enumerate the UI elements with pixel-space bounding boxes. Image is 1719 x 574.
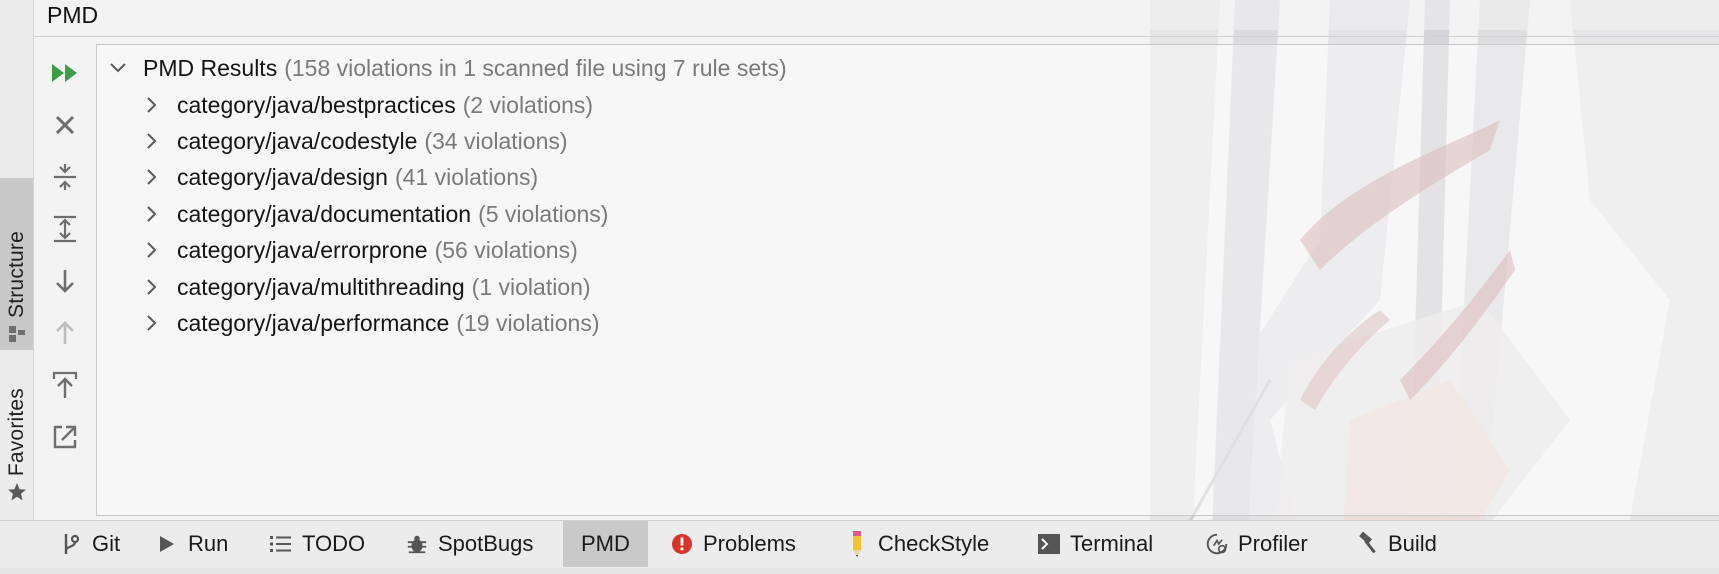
play-icon (156, 533, 178, 555)
tree-item-count: (5 violations) (478, 200, 609, 227)
tab-spotbugs[interactable]: SpotBugs (398, 521, 541, 567)
tab-problems[interactable]: Problems (663, 521, 804, 567)
tree-item-label: category/java/documentation (177, 200, 472, 227)
double-play-icon (52, 64, 77, 82)
tree-item-count: (56 violations) (434, 236, 578, 263)
tab-build[interactable]: Build (1348, 521, 1445, 567)
tab-pmd[interactable]: PMD (563, 521, 648, 567)
tree-item-codestyle[interactable]: category/java/codestyle (34 violations) (141, 123, 568, 159)
error-icon (671, 533, 693, 555)
tree-root-summary: (158 violations in 1 scanned file using … (284, 54, 787, 81)
tree-item-count: (34 violations) (424, 127, 568, 154)
bug-icon (406, 533, 428, 555)
tree-item-design[interactable]: category/java/design (41 violations) (141, 159, 538, 195)
tab-git[interactable]: Git (52, 521, 128, 567)
close-icon (55, 115, 75, 135)
structure-icon (7, 324, 27, 344)
chevron-right-icon[interactable] (141, 94, 163, 116)
tree-item-label: category/java/codestyle (177, 127, 418, 154)
tab-label: Profiler (1238, 531, 1308, 556)
sidebar-item-label: Structure (4, 231, 28, 318)
export-button[interactable] (45, 365, 85, 405)
chevron-right-icon[interactable] (141, 203, 163, 225)
tree-item-count: (19 violations) (456, 309, 600, 336)
tab-label: SpotBugs (438, 531, 534, 556)
close-button[interactable] (45, 105, 85, 145)
header-divider (34, 36, 1719, 37)
run-all-button[interactable] (45, 53, 85, 93)
tab-label: CheckStyle (878, 531, 990, 556)
tree-item-count: (41 violations) (394, 163, 539, 190)
tree-item-documentation[interactable]: category/java/documentation (5 violation… (141, 196, 608, 232)
collapse-all-icon (54, 164, 76, 190)
tab-label: Build (1388, 531, 1437, 556)
tree-item-count: (1 violation) (471, 273, 591, 300)
tree-root-label: PMD Results (143, 54, 278, 81)
tree-item-label: category/java/bestpractices (177, 91, 456, 118)
tab-label: TODO (302, 531, 366, 556)
tab-checkstyle[interactable]: CheckStyle (838, 521, 997, 567)
bottom-edge (0, 568, 1719, 574)
tree-root-pmd-results[interactable]: PMD Results (158 violations in 1 scanned… (107, 50, 787, 86)
tool-window-title: PMD (47, 1, 99, 28)
tree-item-label: category/java/errorprone (177, 236, 428, 263)
tab-todo[interactable]: TODO (262, 521, 373, 567)
collapse-all-button[interactable] (45, 157, 85, 197)
chevron-right-icon[interactable] (141, 276, 163, 298)
git-branch-icon (60, 533, 82, 555)
arrow-up-icon (56, 321, 74, 344)
tab-label: Git (92, 531, 121, 556)
chevron-right-icon[interactable] (141, 312, 163, 334)
sidebar-item-favorites[interactable]: Favorites (0, 358, 33, 508)
expand-all-icon (54, 215, 76, 243)
chevron-right-icon[interactable] (141, 239, 163, 261)
tab-run[interactable]: Run (148, 521, 236, 567)
expand-all-button[interactable] (45, 209, 85, 249)
tree-item-label: category/java/design (177, 163, 388, 190)
sidebar-item-structure[interactable]: Structure (0, 178, 33, 350)
chevron-right-icon[interactable] (141, 166, 163, 188)
tab-label: Run (188, 531, 229, 556)
export-icon (52, 371, 78, 398)
tree-item-bestpractices[interactable]: category/java/bestpractices (2 violation… (141, 87, 593, 123)
arrow-down-icon (56, 270, 74, 293)
ide-window: Structure Favorites PMD PMD Results (158… (0, 0, 1719, 574)
profiler-icon (1206, 533, 1228, 555)
open-external-button[interactable] (45, 417, 85, 457)
bottom-tool-bar: Git Run TODO SpotBugs PMD Problems Check… (0, 520, 1719, 574)
results-tree: PMD Results (158 violations in 1 scanned… (96, 44, 1719, 516)
hammer-icon (1356, 531, 1378, 555)
list-icon (270, 533, 292, 555)
chevron-right-icon[interactable] (141, 130, 163, 152)
tab-label: Terminal (1070, 531, 1154, 556)
tab-terminal[interactable]: Terminal (1030, 521, 1161, 567)
left-tool-stripe: Structure Favorites (0, 0, 34, 520)
tree-item-label: category/java/multithreading (177, 273, 465, 300)
tab-label: PMD (581, 531, 630, 556)
open-external-icon (53, 425, 77, 449)
star-icon (7, 482, 27, 502)
tab-profiler[interactable]: Profiler (1198, 521, 1316, 567)
tool-window-header: PMD (34, 0, 1719, 30)
previous-button[interactable] (45, 313, 85, 353)
tree-item-multithreading[interactable]: category/java/multithreading (1 violatio… (141, 269, 591, 305)
actions-toolbar (34, 45, 96, 515)
next-button[interactable] (45, 261, 85, 301)
tab-label: Problems (703, 531, 796, 556)
tree-item-count: (2 violations) (462, 91, 594, 118)
tree-item-errorprone[interactable]: category/java/errorprone (56 violations) (141, 232, 578, 268)
tree-item-performance[interactable]: category/java/performance (19 violations… (141, 305, 600, 341)
chevron-down-icon[interactable] (107, 57, 129, 79)
pencil-icon (846, 531, 868, 557)
tree-item-label: category/java/performance (177, 309, 450, 336)
terminal-icon (1038, 533, 1060, 555)
sidebar-item-label: Favorites (4, 387, 28, 476)
